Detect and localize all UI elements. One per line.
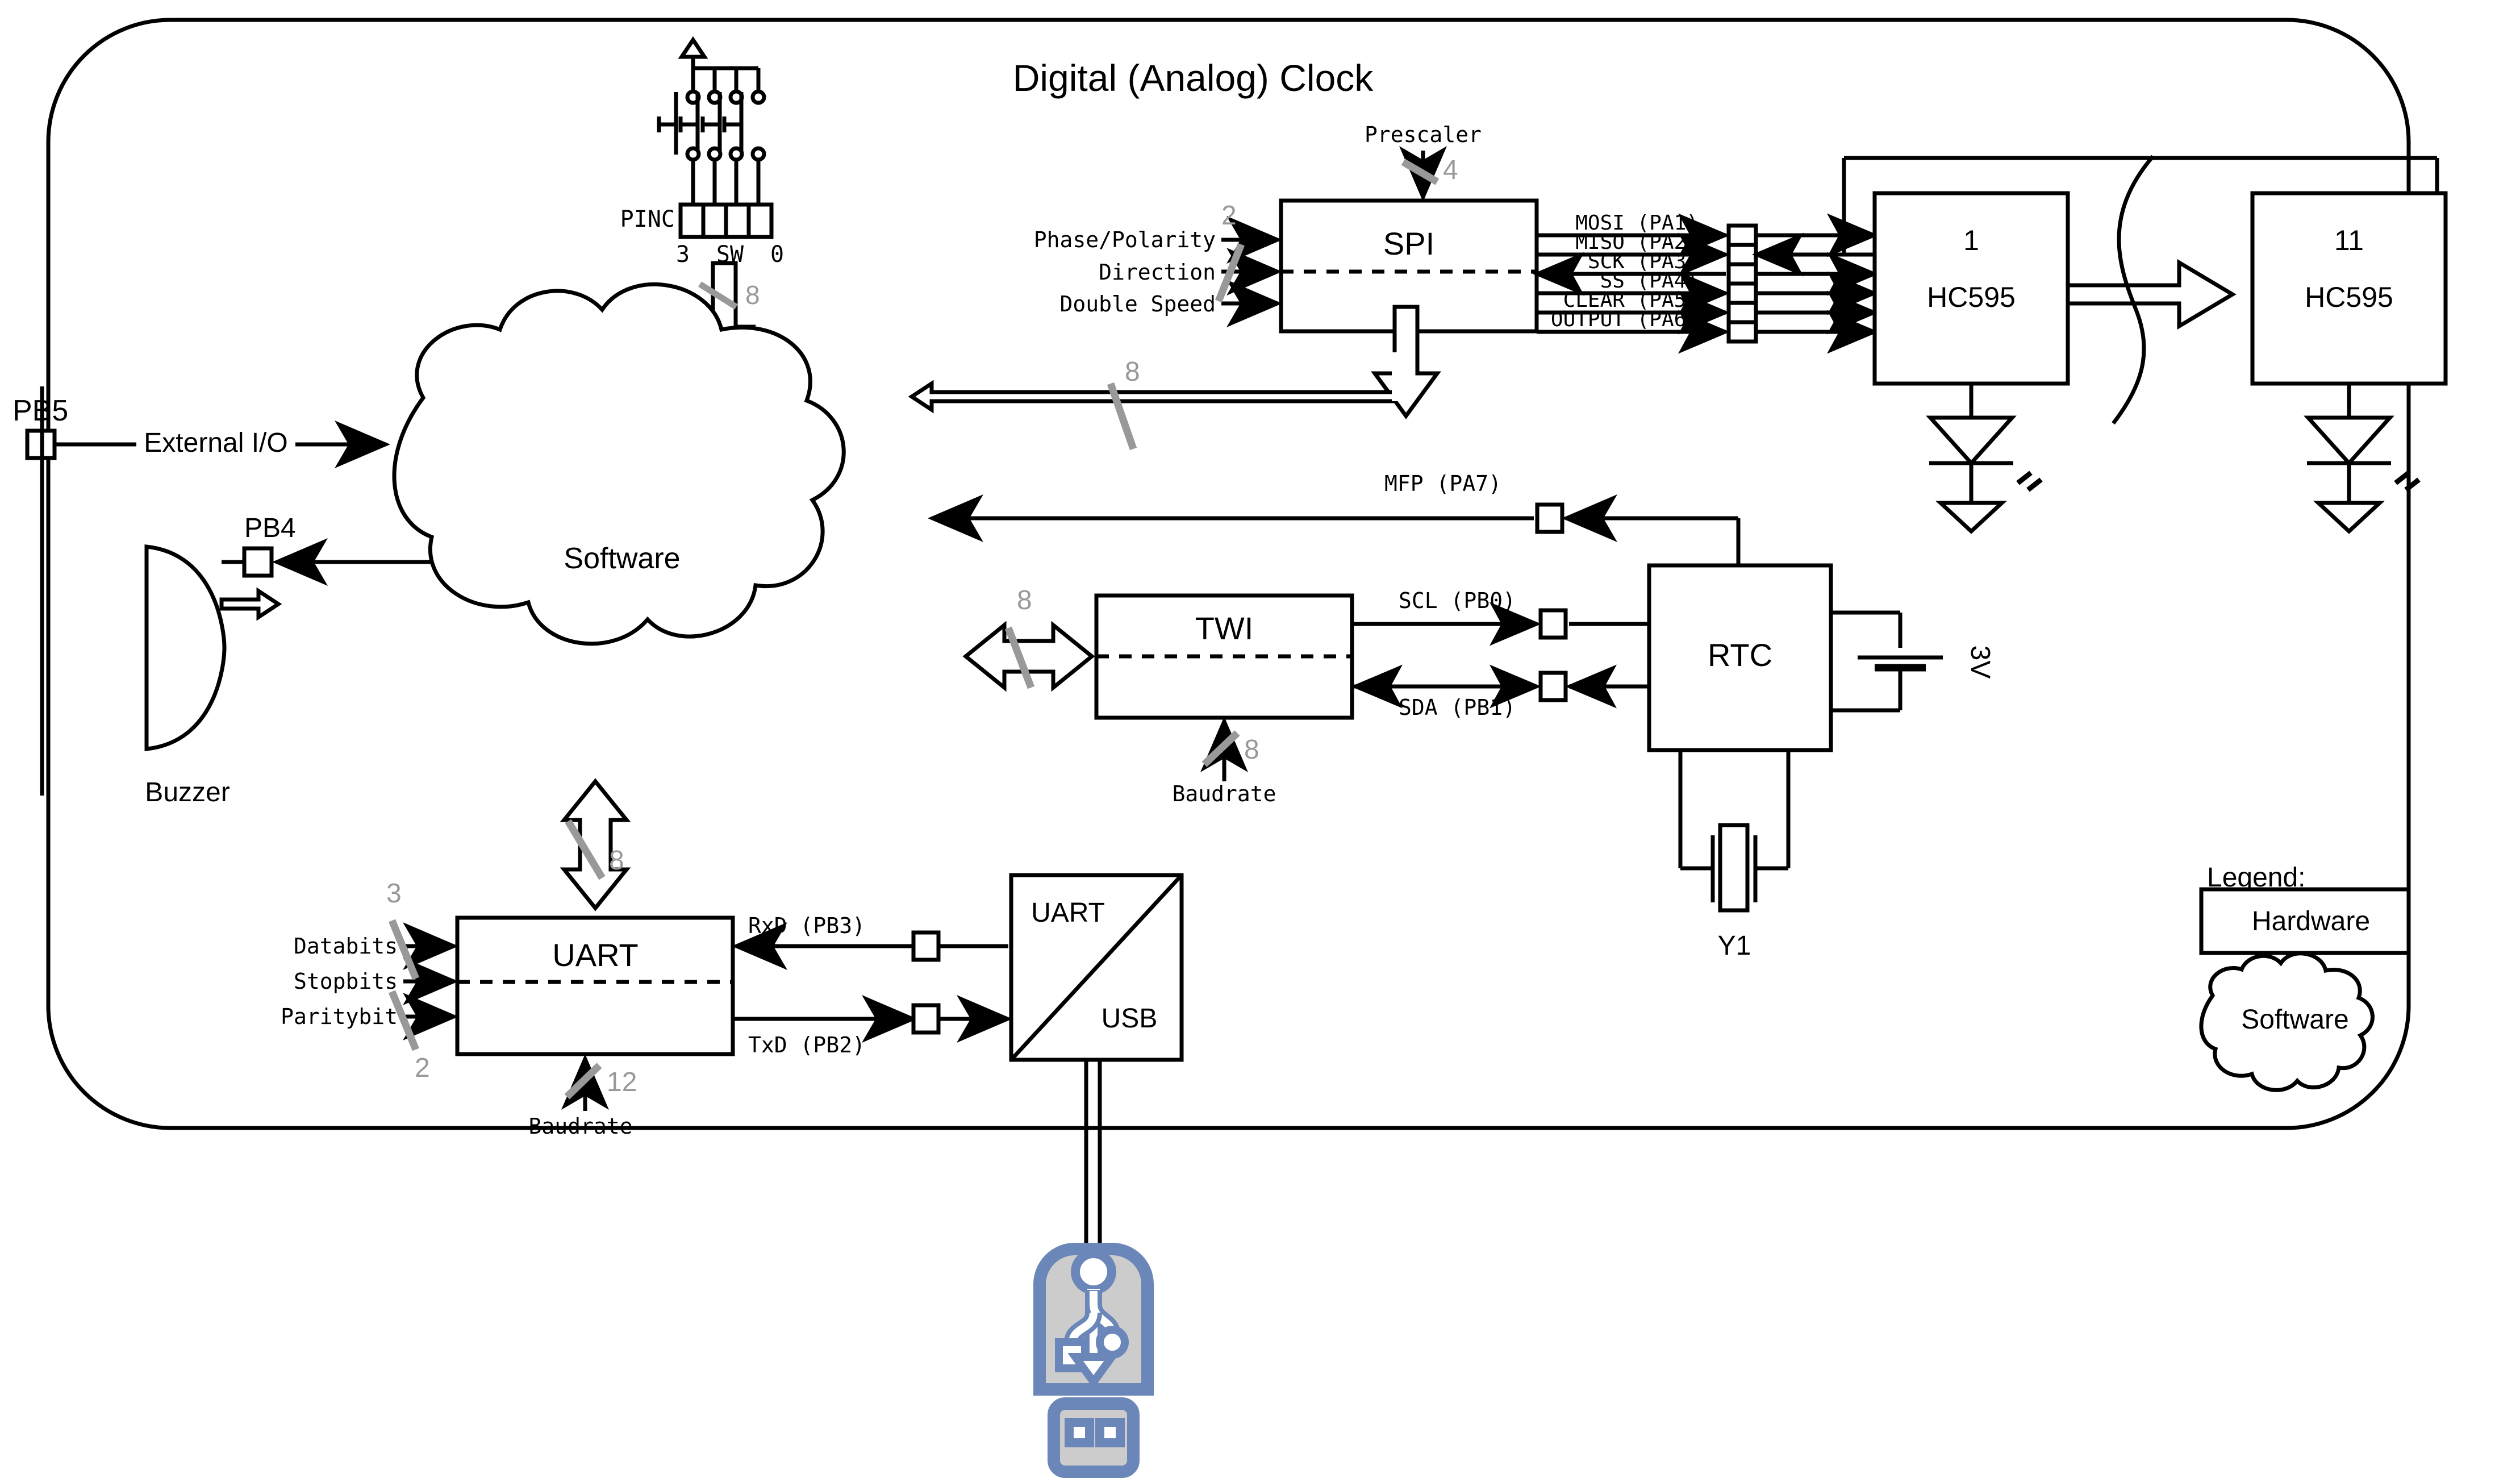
legend-software-label: Software	[2241, 1005, 2348, 1035]
rxd-signal-label: RxD (PB3)	[748, 913, 865, 938]
buzzer-symbol	[144, 544, 227, 751]
spi-block-label: SPI	[1383, 226, 1434, 261]
pb3-pin-pad	[911, 930, 941, 962]
scl-signal-label: SCL (PB0)	[1399, 588, 1516, 613]
spi-input-double-speed-label: Double Speed	[1059, 292, 1216, 317]
ground-icon	[1935, 501, 2007, 534]
pb0-pin-pad	[1538, 608, 1568, 640]
uart-block-label: UART	[552, 937, 638, 973]
led-ground-1	[1926, 384, 2043, 534]
pb4-pin-pad	[242, 546, 274, 578]
uart-paritybit-bits-label: 2	[415, 1053, 430, 1083]
pb1-pin-pad	[1538, 671, 1568, 702]
legend-hardware-label: Hardware	[2252, 906, 2370, 936]
rtc-block-label: RTC	[1708, 637, 1772, 673]
mfp-signal-label: MFP (PA7)	[1384, 471, 1501, 496]
bitwidth-slash-prescaler	[1401, 159, 1440, 185]
switch-bit-low-label: 0	[770, 242, 784, 268]
bridge-usb-label: USB	[1102, 1004, 1158, 1034]
pinc-label: PINC	[620, 206, 675, 232]
twi-block-label: TWI	[1195, 610, 1254, 646]
spi-signal-output-label: OUTPUT (PA6)	[1551, 308, 1699, 331]
twi-baudrate-label: Baudrate	[1172, 781, 1276, 806]
clock-block-diagram: Digital (Analog) Clock PINC 3 SW 0 8 Sof…	[12, 18, 2448, 1478]
spi-input-direction-label: Direction	[1099, 260, 1216, 285]
external-io-label: External I/O	[144, 428, 287, 458]
battery-voltage-label: 3V	[1965, 646, 1995, 679]
spi-bus-bits-label: 8	[1125, 357, 1140, 387]
uart-baudrate-bits-label: 12	[607, 1067, 637, 1097]
hc595-1-name-label: HC595	[1927, 281, 2016, 313]
crystal-label: Y1	[1718, 931, 1751, 961]
led-icon	[1926, 415, 2017, 467]
led-icon	[2304, 415, 2394, 467]
bitwidth-slash-twi-baudrate	[1201, 730, 1240, 767]
spi-prescaler-label: Prescaler	[1365, 122, 1482, 147]
software-cloud-label: Software	[564, 542, 680, 575]
uart-databits-bits-label: 3	[386, 879, 402, 909]
mcu-boundary	[46, 18, 2411, 1130]
sda-signal-label: SDA (PB1)	[1399, 695, 1516, 720]
spi-input-phase-polarity-label: Phase/Polarity	[1034, 227, 1216, 252]
spi-phase-polarity-bits-label: 2	[1221, 201, 1237, 231]
pinc-bus-bits-label: 8	[745, 280, 760, 310]
uart-input-paritybit-label: Paritybit	[281, 1004, 398, 1029]
hc595-11-name-label: HC595	[2305, 281, 2393, 313]
usb-connector-icon	[1033, 1243, 1154, 1478]
pb2-pin-pad	[911, 1003, 941, 1035]
led-ground-11	[2304, 384, 2421, 534]
pb4-label: PB4	[244, 513, 296, 543]
switch-bit-high-label: 3	[676, 242, 690, 268]
page-title: Digital (Analog) Clock	[1013, 57, 1374, 99]
txd-signal-label: TxD (PB2)	[748, 1033, 865, 1058]
spi-prescaler-bits-label: 4	[1443, 155, 1458, 185]
twi-bus-bits-label: 8	[1017, 585, 1032, 615]
hc595-11-number-label: 11	[2334, 224, 2364, 256]
buzzer-label: Buzzer	[145, 777, 230, 807]
uart-bus-bits-label: 8	[609, 846, 624, 876]
uart-baudrate-label: Baudrate	[528, 1114, 632, 1139]
twi-baudrate-bits-label: 8	[1244, 735, 1259, 765]
crystal-y1-symbol	[1678, 750, 1791, 913]
ground-icon	[2313, 501, 2385, 534]
dip-switch-group	[657, 36, 774, 239]
pa7-pin-pad	[1535, 502, 1564, 534]
diagram-canvas: Digital (Analog) Clock PINC 3 SW 0 8 Sof…	[0, 0, 2520, 1482]
hc595-1-number-label: 1	[1963, 224, 1979, 256]
battery-3v-symbol	[1831, 610, 1943, 713]
hc595-chain-arrow	[2066, 259, 2237, 330]
software-cloud	[392, 282, 846, 646]
uart-input-stopbits-label: Stopbits	[294, 969, 398, 994]
bridge-uart-label: UART	[1031, 898, 1105, 928]
vcc-triangle-icon	[678, 36, 708, 59]
uart-input-databits-label: Databits	[294, 934, 398, 959]
buzzer-output-arrow	[219, 587, 282, 621]
software-uart-bus-arrow	[560, 778, 631, 911]
